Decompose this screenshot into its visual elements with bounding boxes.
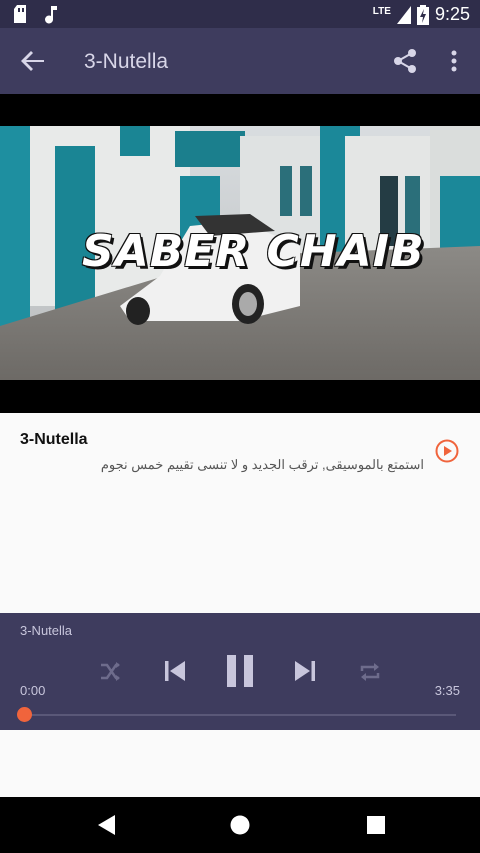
network-label: LTE: [372, 6, 391, 17]
skip-previous-icon[interactable]: [162, 658, 188, 684]
seek-bar-track[interactable]: [24, 714, 456, 716]
more-vert-icon[interactable]: [444, 47, 464, 75]
skip-next-icon[interactable]: [292, 658, 318, 684]
app-bar: 3-Nutella: [0, 28, 480, 94]
total-duration: 3:35: [434, 683, 460, 698]
track-subtitle: استمتع بالموسيقى, ترقب الجديد و لا تنسى …: [100, 457, 424, 472]
back-arrow-icon[interactable]: [18, 46, 48, 76]
seek-bar-thumb[interactable]: [17, 707, 32, 722]
nav-recents-icon[interactable]: [365, 813, 387, 837]
battery-charging-icon: [416, 4, 429, 25]
track-title: 3-Nutella: [20, 431, 88, 448]
elapsed-time: 0:00: [20, 683, 46, 698]
status-bar: LTE 9:25: [0, 0, 480, 28]
music-note-icon: [45, 6, 57, 24]
track-info-panel: 3-Nutella استمتع بالموسيقى, ترقب الجديد …: [0, 413, 480, 613]
shuffle-icon[interactable]: [98, 660, 122, 684]
system-nav-bar: [0, 797, 480, 853]
share-icon[interactable]: [391, 47, 419, 75]
video-overlay-text: SABER CHAIB: [82, 226, 425, 277]
page-title: 3-Nutella: [84, 50, 169, 73]
video-player[interactable]: SABER CHAIB: [0, 94, 480, 413]
video-thumbnail: SABER CHAIB: [0, 126, 480, 380]
repeat-icon[interactable]: [358, 660, 382, 684]
signal-icon: [396, 5, 411, 24]
play-circle-icon[interactable]: [434, 438, 460, 464]
nav-back-icon[interactable]: [95, 813, 117, 837]
media-player-bar: 3-Nutella 0:00 3:35: [0, 613, 480, 730]
nav-home-icon[interactable]: [229, 813, 251, 837]
now-playing-title: 3-Nutella: [20, 623, 73, 638]
sd-card-icon: [14, 5, 26, 23]
pause-icon[interactable]: [224, 653, 256, 689]
clock: 9:25: [434, 4, 470, 24]
